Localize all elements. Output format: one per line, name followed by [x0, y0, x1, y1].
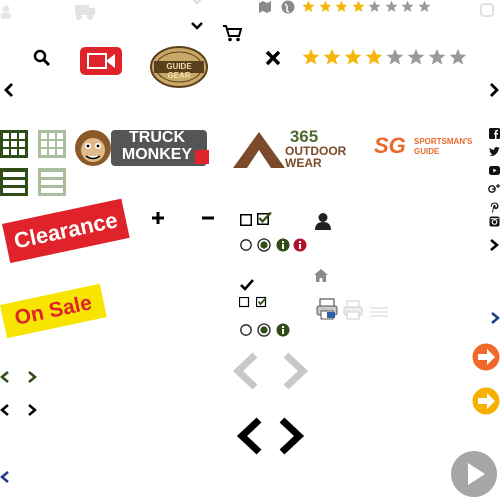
chevron-right-icon-green[interactable]	[27, 370, 37, 384]
star-filled-icon	[323, 48, 341, 66]
carousel-next-icon[interactable]	[276, 417, 306, 455]
chevron-left-icon[interactable]	[3, 82, 15, 98]
outdoor-wear-logo[interactable]: 365 OUTDOOR WEAR	[233, 128, 355, 170]
instagram-icon[interactable]	[489, 216, 500, 227]
outdoor-wear-365: 365	[289, 127, 319, 146]
arrow-circle-right-icon-orange[interactable]	[472, 343, 500, 371]
truck-icon	[74, 3, 96, 21]
carousel-next-icon-faded[interactable]	[280, 352, 310, 390]
twitter-icon[interactable]	[489, 147, 500, 157]
star-filled-icon	[365, 48, 383, 66]
star-empty-icon	[386, 48, 404, 66]
star-rating	[302, 48, 470, 66]
star-filled-icon	[302, 48, 320, 66]
truck-monkey-line2: MONKEY	[121, 146, 193, 163]
truck-monkey-logo[interactable]: TRUCK MONKEY	[73, 126, 210, 170]
star-empty-icon	[368, 0, 381, 13]
play-icon[interactable]	[450, 450, 498, 498]
star-empty-icon	[384, 0, 398, 13]
youtube-icon[interactable]	[489, 166, 500, 175]
cart-icon[interactable]	[222, 24, 242, 42]
on-sale-badge: On Sale	[0, 283, 107, 339]
checkbox-unchecked[interactable]	[239, 297, 251, 309]
radio-unselected[interactable]	[240, 324, 252, 336]
star-empty-icon	[417, 0, 431, 13]
grid-view-icon-inactive[interactable]	[38, 130, 66, 158]
checkbox-unchecked[interactable]	[240, 214, 252, 226]
info-icon-red[interactable]	[293, 238, 307, 252]
search-icon[interactable]	[33, 49, 51, 67]
sportsmans-guide-line2: GUIDE	[414, 147, 440, 156]
chevron-down-icon[interactable]	[190, 0, 204, 6]
chevron-left-icon-green[interactable]	[0, 370, 10, 384]
checkbox-checked[interactable]	[256, 296, 270, 308]
star-empty-icon	[449, 48, 467, 66]
arrow-circle-right-icon-yellow[interactable]	[472, 387, 500, 415]
list-lines-icon	[370, 307, 388, 317]
chevron-right-icon[interactable]	[488, 82, 500, 98]
checkmark-icon	[240, 279, 254, 291]
star-empty-icon	[407, 48, 425, 66]
sportsmans-guide-mark: SG	[374, 133, 406, 158]
chevron-right-icon-blue[interactable]	[490, 311, 500, 325]
chevron-left-icon[interactable]	[0, 403, 10, 417]
on-sale-label: On Sale	[12, 291, 94, 330]
top-star-rating	[302, 0, 434, 13]
outdoor-wear-line3: WEAR	[285, 156, 322, 170]
chevron-left-icon-blue[interactable]	[0, 470, 10, 484]
pinterest-icon[interactable]	[490, 202, 499, 213]
sportsmans-guide-logo[interactable]: SG SPORTSMAN'S GUIDE	[374, 134, 478, 160]
truck-monkey-line1: TRUCK	[129, 129, 185, 146]
info-icon[interactable]	[276, 238, 290, 252]
clearance-label: Clearance	[11, 207, 120, 254]
minus-icon[interactable]	[202, 212, 214, 224]
star-empty-icon	[428, 48, 446, 66]
user-icon-top	[0, 5, 12, 19]
star-filled-icon	[318, 0, 332, 13]
chevron-down-icon[interactable]	[190, 20, 204, 32]
chevron-right-icon[interactable]	[489, 238, 499, 252]
info-icon[interactable]	[276, 323, 290, 337]
radio-selected[interactable]	[257, 238, 271, 252]
grid-view-icon-active[interactable]	[0, 130, 28, 158]
star-filled-icon	[351, 0, 365, 13]
star-filled-icon	[302, 0, 315, 13]
clearance-badge: Clearance	[2, 198, 130, 264]
star-empty-icon	[401, 0, 414, 13]
guide-gear-text: GUIDE GEAR	[166, 62, 192, 80]
chevron-right-icon[interactable]	[27, 403, 37, 417]
carousel-prev-icon[interactable]	[235, 417, 265, 455]
carousel-prev-icon-faded[interactable]	[231, 352, 261, 390]
print-icon-faded[interactable]	[343, 300, 363, 320]
list-view-icon-active[interactable]	[0, 168, 28, 196]
sportsmans-guide-line1: SPORTSMAN'S	[414, 137, 473, 146]
list-view-icon-inactive[interactable]	[38, 168, 66, 196]
map-icon	[258, 0, 272, 14]
globe-icon	[281, 0, 295, 14]
video-icon[interactable]	[80, 47, 122, 75]
instagram-icon-top	[480, 3, 494, 17]
radio-selected[interactable]	[257, 323, 271, 337]
google-plus-icon[interactable]	[488, 183, 500, 194]
user-icon[interactable]	[314, 212, 332, 230]
close-icon[interactable]	[265, 50, 281, 66]
checkbox-checked[interactable]	[257, 212, 273, 226]
radio-unselected[interactable]	[240, 239, 252, 251]
star-filled-icon	[344, 48, 362, 66]
plus-icon[interactable]	[152, 212, 164, 224]
home-icon[interactable]	[314, 269, 328, 282]
star-filled-icon	[335, 0, 348, 13]
print-icon[interactable]	[316, 298, 338, 320]
guide-gear-logo[interactable]: GUIDE GEAR	[150, 46, 208, 88]
facebook-icon[interactable]	[489, 128, 500, 139]
